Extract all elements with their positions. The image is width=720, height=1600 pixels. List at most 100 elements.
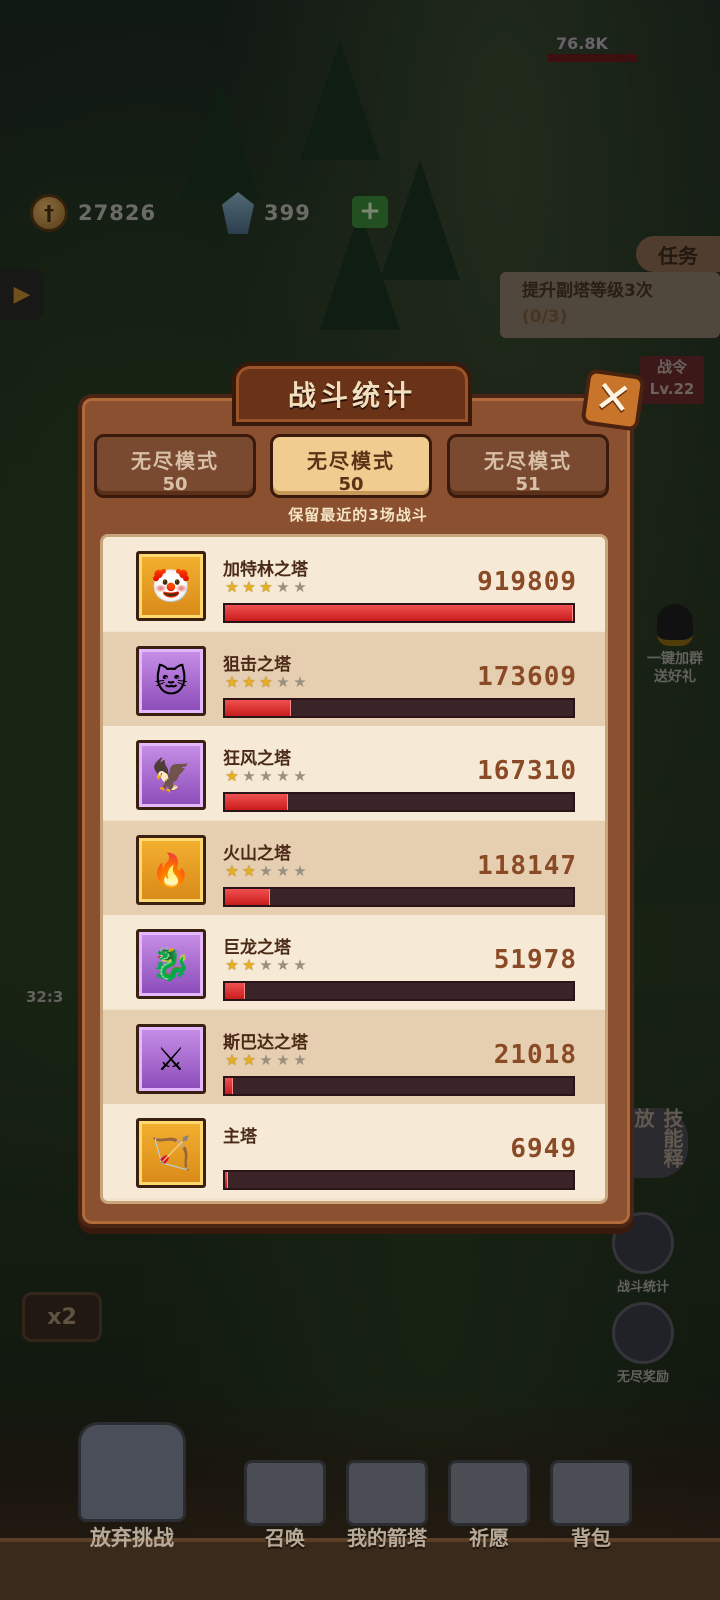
star-icon: ★ xyxy=(259,672,273,691)
tower-damage-value: 919809 xyxy=(477,567,577,597)
tower-row: 🦅 狂风之塔 ★ ★ ★ ★ ★ 167310 xyxy=(103,726,605,820)
backpack-icon xyxy=(550,1460,632,1526)
star-icon: ★ xyxy=(276,672,290,691)
mode-tab-name: 无尽模式 xyxy=(484,449,572,473)
star-emblem-icon xyxy=(448,1460,530,1526)
sniper-tower-icon: 🐱 xyxy=(136,645,206,716)
backpack-label: 背包 xyxy=(571,1526,611,1550)
star-icon: ★ xyxy=(259,861,273,880)
tower-row: 🐉 巨龙之塔 ★ ★ ★ ★ ★ 51978 xyxy=(103,915,605,1009)
tower-name: 狙击之塔 xyxy=(223,654,291,675)
give-up-label: 放弃挑战 xyxy=(90,1526,174,1550)
volcano-tower-icon: 🔥 xyxy=(136,834,206,905)
tower-icon xyxy=(346,1460,428,1526)
damage-bar-fill xyxy=(225,888,270,905)
star-icon: ★ xyxy=(259,1050,273,1069)
star-icon: ★ xyxy=(225,861,239,880)
pray-button[interactable]: 祈愿 xyxy=(444,1460,534,1560)
tower-star-rating: ★ ★ ★ ★ ★ xyxy=(224,768,308,784)
tower-row: ⚔ 斯巴达之塔 ★ ★ ★ ★ ★ 21018 xyxy=(103,1009,605,1104)
star-icon: ★ xyxy=(225,767,239,785)
pray-label: 祈愿 xyxy=(469,1526,509,1550)
keep-recent-note: 保留最近的3场战斗 xyxy=(288,506,428,524)
damage-bar-track xyxy=(223,603,575,623)
star-icon: ★ xyxy=(242,672,256,691)
tower-star-rating: ★ ★ ★ ★ ★ xyxy=(224,957,308,973)
star-icon: ★ xyxy=(242,767,256,785)
damage-bar-fill xyxy=(225,605,573,621)
main-tower-icon: 🏹 xyxy=(136,1118,206,1188)
star-icon: ★ xyxy=(293,1050,307,1069)
tower-damage-value: 21018 xyxy=(493,1039,577,1070)
tower-row: 🐱 狙击之塔 ★ ★ ★ ★ ★ 173609 xyxy=(103,631,605,726)
mode-tab-wave: 50 xyxy=(338,474,364,495)
gatling-tower-icon: 🤡 xyxy=(136,551,206,621)
mode-tab-2[interactable]: 无尽模式 50 xyxy=(270,434,432,498)
damage-bar-fill xyxy=(225,983,245,999)
tower-damage-value: 6949 xyxy=(510,1134,577,1164)
tower-damage-list: 🤡 加特林之塔 ★ ★ ★ ★ ★ 919809 🐱 狙击之塔 ★ ★ ★ ★ ★ 173609 🦅 狂风之塔 ★ ★… xyxy=(100,534,608,1204)
damage-bar-track xyxy=(223,981,575,1001)
damage-bar-track xyxy=(223,886,575,907)
star-icon: ★ xyxy=(293,672,307,691)
star-icon: ★ xyxy=(293,767,307,785)
damage-bar-fill xyxy=(225,794,289,810)
sparta-tower-icon: ⚔ xyxy=(136,1023,206,1094)
star-icon: ★ xyxy=(225,672,239,691)
tower-star-rating: ★ ★ ★ ★ ★ xyxy=(224,579,308,595)
star-icon: ★ xyxy=(242,578,256,596)
star-icon: ★ xyxy=(242,1050,256,1069)
star-icon: ★ xyxy=(225,1050,239,1069)
star-icon: ★ xyxy=(293,956,307,974)
tower-row: 🤡 加特林之塔 ★ ★ ★ ★ ★ 919809 xyxy=(103,537,605,631)
star-icon: ★ xyxy=(276,956,290,974)
tower-name: 狂风之塔 xyxy=(223,749,291,769)
tower-star-rating: ★ ★ ★ ★ ★ xyxy=(224,674,308,690)
star-icon: ★ xyxy=(276,1050,290,1069)
close-button[interactable]: ✕ xyxy=(580,368,646,432)
backpack-button[interactable]: 背包 xyxy=(546,1460,636,1560)
star-icon: ★ xyxy=(259,767,273,785)
tower-row: 🏹 主塔 6949 xyxy=(103,1104,605,1198)
mode-tab-3[interactable]: 无尽模式 51 xyxy=(447,434,609,498)
summon-label: 召唤 xyxy=(265,1526,305,1550)
mode-tab-name: 无尽模式 xyxy=(131,449,219,473)
summon-button[interactable]: 召唤 xyxy=(240,1460,330,1560)
damage-bar-fill xyxy=(225,1172,228,1188)
tower-name: 加特林之塔 xyxy=(223,560,308,580)
tower-row: 🔥 火山之塔 ★ ★ ★ ★ ★ 118147 xyxy=(103,820,605,915)
tower-star-rating: ★ ★ ★ ★ ★ xyxy=(224,1052,308,1068)
my-towers-label: 我的箭塔 xyxy=(347,1526,427,1550)
tower-damage-value: 118147 xyxy=(477,850,577,881)
star-icon: ★ xyxy=(293,861,307,880)
damage-bar-track xyxy=(223,697,575,718)
tower-name: 巨龙之塔 xyxy=(223,938,291,958)
scroll-icon xyxy=(244,1460,326,1526)
give-up-button[interactable]: 放弃挑战 xyxy=(72,1422,192,1552)
star-icon: ★ xyxy=(242,861,256,880)
damage-bar-fill xyxy=(225,699,291,716)
tower-damage-value: 51978 xyxy=(493,945,577,975)
tower-name: 火山之塔 xyxy=(223,843,291,864)
tower-damage-value: 173609 xyxy=(477,661,577,692)
star-icon: ★ xyxy=(293,578,307,596)
give-up-flag-icon xyxy=(78,1422,186,1522)
star-icon: ★ xyxy=(225,956,239,974)
star-icon: ★ xyxy=(242,956,256,974)
tower-name: 主塔 xyxy=(223,1127,257,1147)
tower-name: 斯巴达之塔 xyxy=(223,1032,308,1053)
mode-tab-name: 无尽模式 xyxy=(307,449,395,473)
mode-tab-1[interactable]: 无尽模式 50 xyxy=(94,434,256,498)
star-icon: ★ xyxy=(276,861,290,880)
star-icon: ★ xyxy=(276,767,290,785)
damage-bar-fill xyxy=(225,1077,233,1094)
damage-bar-track xyxy=(223,1075,575,1096)
my-towers-button[interactable]: 我的箭塔 xyxy=(342,1460,432,1560)
close-icon: ✕ xyxy=(591,370,636,427)
star-icon: ★ xyxy=(276,578,290,596)
mode-tab-wave: 50 xyxy=(162,474,188,495)
tower-star-rating: ★ ★ ★ ★ ★ xyxy=(224,863,308,879)
star-icon: ★ xyxy=(225,578,239,596)
star-icon: ★ xyxy=(259,578,273,596)
damage-bar-track xyxy=(223,1170,575,1190)
